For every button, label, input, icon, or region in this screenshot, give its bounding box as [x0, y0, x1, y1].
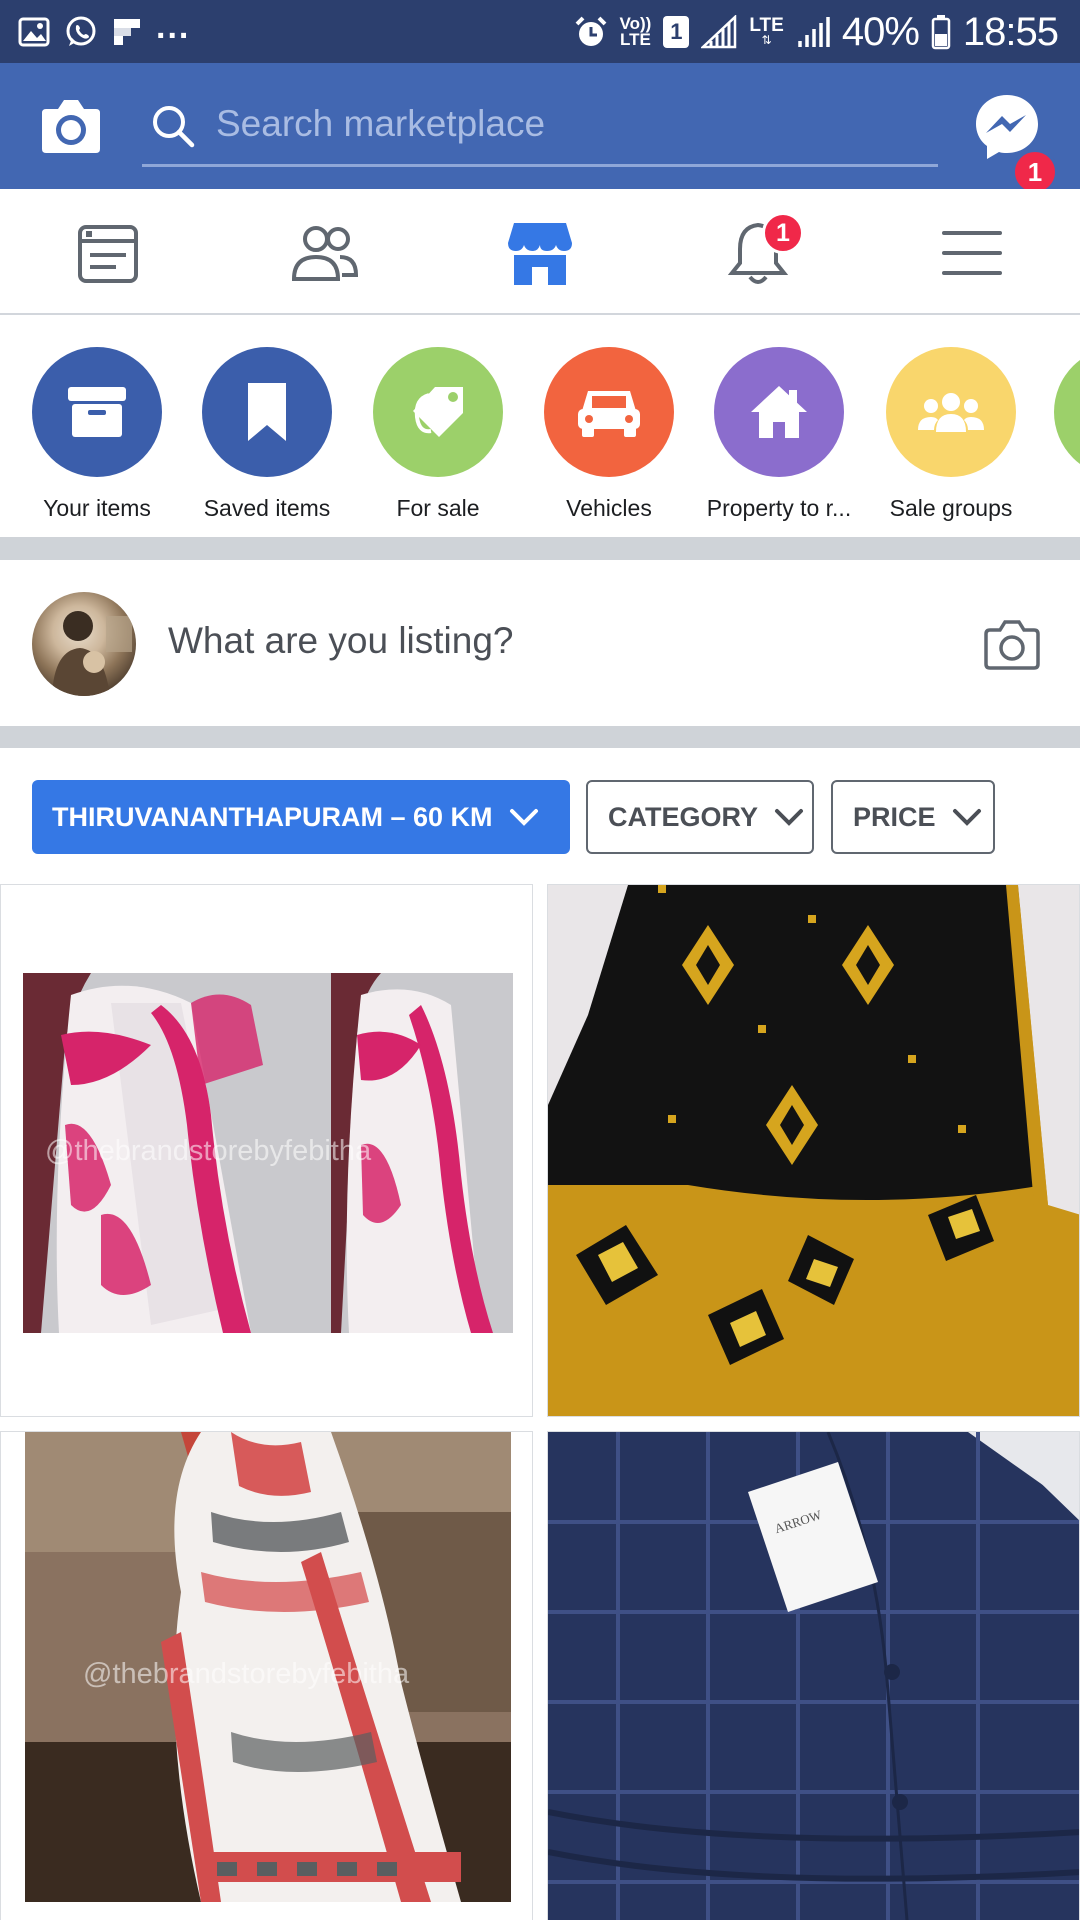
shortcut-your-items[interactable]: Your items: [12, 347, 182, 522]
section-divider: [0, 537, 1080, 560]
chevron-down-icon: [509, 809, 538, 826]
archive-box-icon: [68, 387, 126, 437]
status-bar: ... Vo)) LTE 1 LTE ⇅ 40% 18:55: [0, 0, 1080, 63]
chevron-down-icon: [952, 809, 981, 826]
marketplace-screen: ... Vo)) LTE 1 LTE ⇅ 40% 18:55 Search ma…: [0, 0, 1080, 1920]
shortcut-vehicles[interactable]: Vehicles: [524, 347, 694, 522]
listing-prompt[interactable]: What are you listing?: [168, 620, 514, 662]
camera-icon[interactable]: [38, 95, 104, 157]
lte-indicator: LTE ⇅: [749, 15, 784, 47]
shortcut-property-to-rent[interactable]: Property to r...: [694, 347, 864, 522]
shortcut-for-sale[interactable]: For sale: [353, 347, 523, 522]
camera-icon[interactable]: [984, 618, 1040, 670]
news-feed-icon[interactable]: [72, 217, 144, 289]
category-shortcuts: Your items Saved items For sale Vehicles…: [0, 317, 1080, 537]
shortcut-sale-groups[interactable]: Sale groups: [866, 347, 1036, 522]
listing-image: [548, 1432, 1079, 1920]
whatsapp-icon: [66, 16, 96, 46]
filter-bar: THIRUVANANTHAPURAM – 60 KM CATEGORY PRIC…: [0, 748, 1080, 884]
shortcut-label: Property to r...: [706, 495, 852, 521]
clock: 18:55: [962, 9, 1059, 54]
gallery-icon: [18, 17, 50, 47]
section-divider: [0, 726, 1080, 748]
menu-icon[interactable]: [936, 217, 1008, 289]
more-notifications-indicator: ...: [156, 7, 191, 46]
volte-indicator: Vo)) LTE: [619, 14, 652, 49]
house-icon: [751, 386, 807, 438]
flipboard-icon: [114, 19, 140, 45]
shortcut-label: Your items: [43, 495, 151, 521]
listing-tile[interactable]: [547, 884, 1080, 1417]
listing-tile[interactable]: ARROW: [547, 1431, 1080, 1920]
nav-tabs: [0, 189, 1080, 315]
group-icon: [918, 393, 984, 432]
price-filter-label: PRICE: [853, 801, 936, 832]
shortcut-saved-items[interactable]: Saved items: [182, 347, 352, 522]
sim-icon: 1: [663, 16, 690, 48]
category-filter-label: CATEGORY: [608, 801, 759, 832]
search-icon: [153, 106, 195, 148]
signal-strength-icon-2: [798, 17, 830, 47]
listing-tile[interactable]: @thebrandstorebyfebitha: [0, 1431, 533, 1920]
signal-strength-icon: [701, 15, 737, 49]
listing-image: [548, 885, 1079, 1416]
location-filter[interactable]: THIRUVANANTHAPURAM – 60 KM: [32, 780, 570, 854]
shortcut-partial-next[interactable]: [1054, 347, 1080, 477]
bookmark-icon: [248, 383, 286, 441]
chevron-down-icon: [775, 809, 804, 826]
shortcut-label: Vehicles: [566, 495, 652, 521]
avatar[interactable]: [32, 592, 136, 696]
listing-tile[interactable]: @thebrandstorebyfebitha: [0, 884, 533, 1417]
battery-icon: [931, 15, 951, 50]
price-filter[interactable]: PRICE: [831, 780, 995, 854]
price-tag-icon: [413, 387, 463, 437]
category-filter[interactable]: CATEGORY: [586, 780, 814, 854]
listings-grid: @thebrandstorebyfebitha @thebrandstoreby…: [0, 884, 1080, 1920]
marketplace-icon[interactable]: [504, 217, 576, 289]
marketplace-header: 1: [0, 63, 1080, 195]
search-bar[interactable]: [142, 85, 938, 167]
battery-percentage: 40%: [841, 9, 920, 54]
shortcut-label: Saved items: [203, 495, 331, 521]
shortcut-label: For sale: [396, 495, 480, 521]
location-filter-label: THIRUVANANTHAPURAM – 60 KM: [52, 801, 493, 832]
friends-icon[interactable]: [288, 217, 360, 289]
listing-watermark: @thebrandstorebyfebitha: [83, 1658, 410, 1690]
car-icon: [578, 391, 640, 437]
listing-watermark: @thebrandstorebyfebitha: [45, 1135, 372, 1167]
shortcut-label: Sale groups: [889, 495, 1013, 521]
search-input[interactable]: [216, 91, 916, 157]
notifications-badge: 1: [762, 212, 804, 254]
listing-composer[interactable]: What are you listing?: [0, 560, 1080, 726]
alarm-icon: [575, 16, 606, 46]
